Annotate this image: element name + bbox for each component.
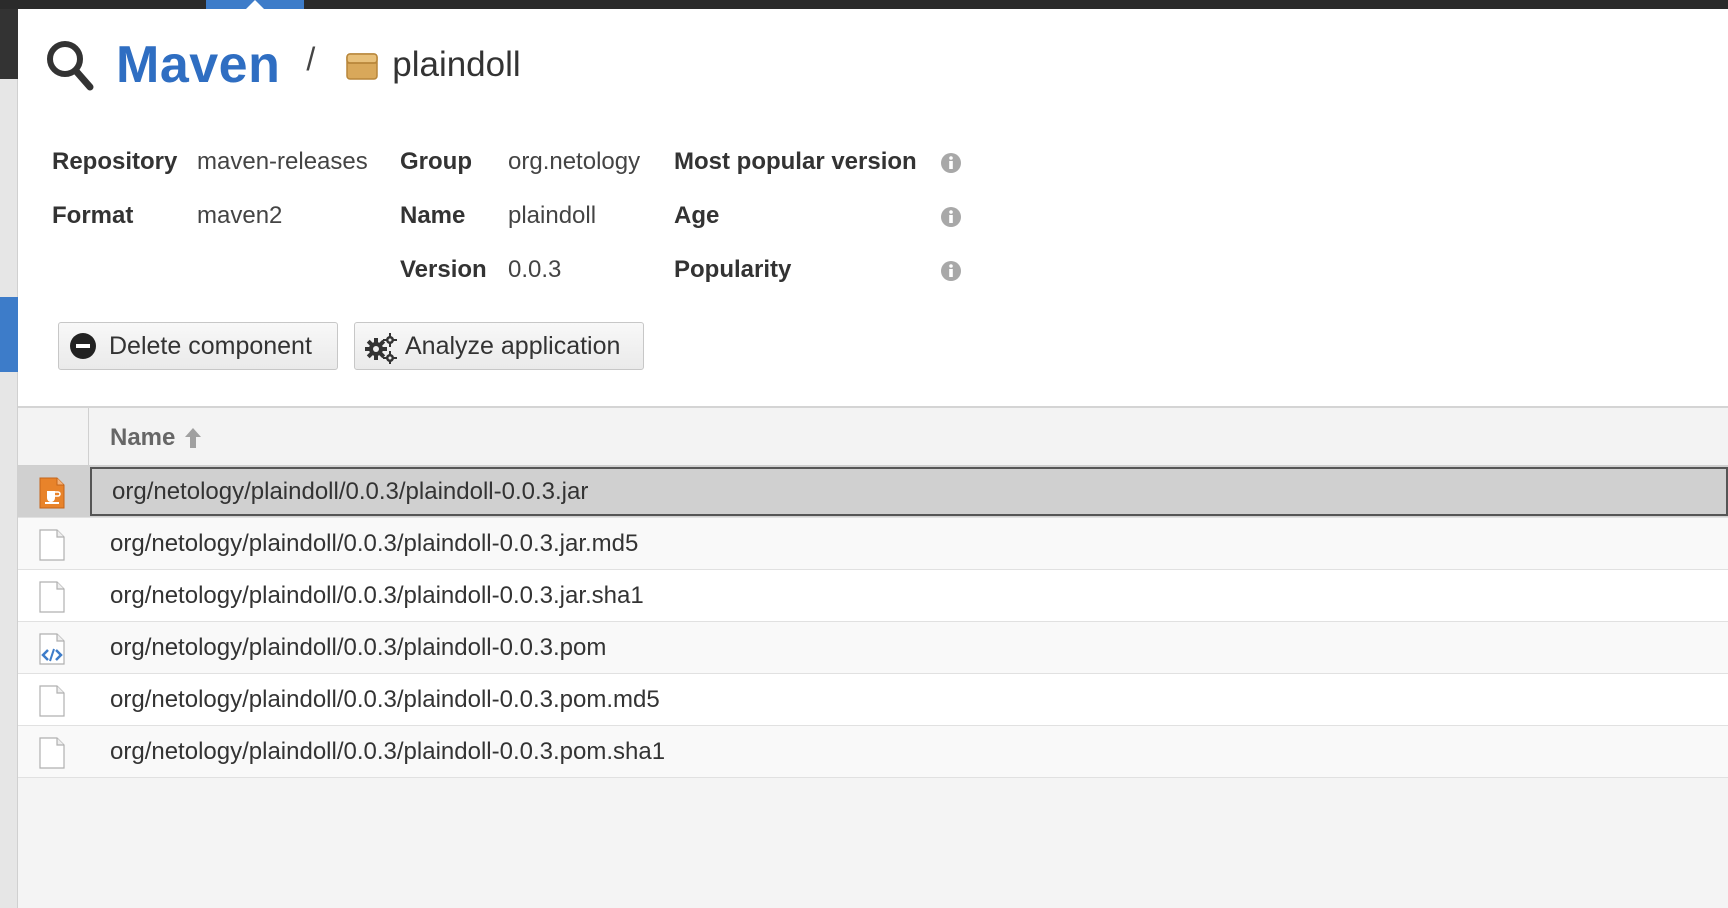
table-row[interactable]: org/netology/plaindoll/0.0.3/plaindoll-0… [18, 674, 1728, 726]
format-value: maven2 [197, 202, 283, 229]
minus-circle-icon [69, 332, 97, 360]
table-row[interactable]: org/netology/plaindoll/0.0.3/plaindoll-0… [18, 466, 1728, 518]
delete-component-label: Delete component [109, 331, 312, 360]
repository-label: Repository [52, 148, 178, 175]
file-icon [38, 581, 66, 613]
xml-file-icon [38, 633, 66, 665]
most-popular-version-label: Most popular version [674, 148, 917, 175]
file-icon [38, 685, 66, 717]
analyze-application-label: Analyze application [405, 331, 621, 360]
table-row[interactable]: org/netology/plaindoll/0.0.3/plaindoll-0… [18, 570, 1728, 622]
assets-grid: Name org/netology/plaindoll/0.0.3/plaind… [18, 406, 1728, 908]
left-sidebar-selected-indicator[interactable] [0, 297, 18, 372]
analyze-application-button[interactable]: Analyze application [354, 322, 644, 370]
asset-name-cell: org/netology/plaindoll/0.0.3/plaindoll-0… [110, 529, 639, 557]
breadcrumb-separator: / [306, 40, 316, 77]
table-row[interactable]: org/netology/plaindoll/0.0.3/plaindoll-0… [18, 518, 1728, 570]
grid-header: Name [18, 406, 1728, 466]
left-sidebar-dark-block [0, 9, 18, 79]
name-column-label: Name [110, 424, 176, 451]
table-row[interactable]: org/netology/plaindoll/0.0.3/plaindoll-0… [18, 622, 1728, 674]
version-label: Version [400, 256, 487, 283]
asset-name-cell: org/netology/plaindoll/0.0.3/plaindoll-0… [110, 633, 607, 661]
asset-name-cell: org/netology/plaindoll/0.0.3/plaindoll-0… [90, 467, 1728, 516]
sort-ascending-icon [183, 426, 203, 450]
table-row[interactable]: org/netology/plaindoll/0.0.3/plaindoll-0… [18, 726, 1728, 778]
name-label: Name [400, 202, 466, 229]
active-tab-indicator [246, 0, 264, 9]
package-icon [345, 48, 379, 82]
left-sidebar-edge [0, 9, 18, 908]
name-value: plaindoll [508, 202, 597, 229]
group-value: org.netology [508, 148, 641, 175]
search-icon [44, 37, 96, 93]
jar-file-icon [38, 477, 66, 509]
group-label: Group [400, 148, 472, 175]
asset-name-cell: org/netology/plaindoll/0.0.3/plaindoll-0… [110, 737, 666, 765]
breadcrumb-current: plaindoll [392, 45, 521, 84]
name-column-header[interactable]: Name [110, 424, 203, 452]
grid-body: org/netology/plaindoll/0.0.3/plaindoll-0… [18, 466, 1728, 778]
age-label: Age [674, 202, 720, 229]
file-icon [38, 529, 66, 561]
popularity-label: Popularity [674, 256, 792, 283]
repository-value: maven-releases [197, 148, 368, 175]
info-icon[interactable] [940, 260, 962, 282]
breadcrumb-root-link[interactable]: Maven [116, 35, 280, 95]
info-icon[interactable] [940, 206, 962, 228]
icon-column-header [18, 408, 89, 466]
asset-name-cell: org/netology/plaindoll/0.0.3/plaindoll-0… [110, 581, 644, 609]
info-icon[interactable] [940, 152, 962, 174]
asset-name-cell: org/netology/plaindoll/0.0.3/plaindoll-0… [110, 685, 660, 713]
gears-icon [365, 332, 397, 364]
version-value: 0.0.3 [508, 256, 562, 283]
format-label: Format [52, 202, 134, 229]
breadcrumb: Maven / plaindoll [44, 30, 521, 100]
delete-component-button[interactable]: Delete component [58, 322, 338, 370]
file-icon [38, 737, 66, 769]
